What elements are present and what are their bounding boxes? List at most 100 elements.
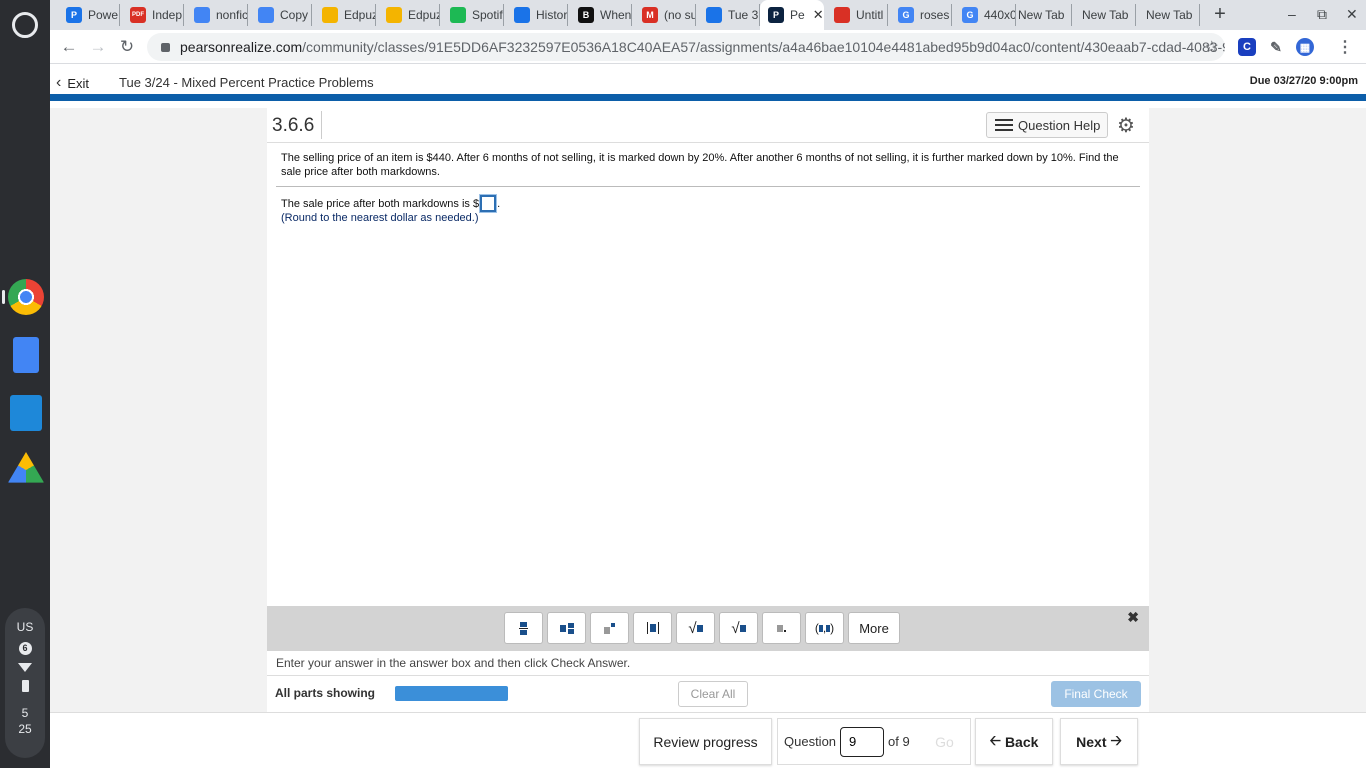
tab-12[interactable]: Untitl xyxy=(826,4,888,26)
clear-all-button[interactable]: Clear All xyxy=(678,681,748,707)
question-text: The selling price of an item is $440. Af… xyxy=(281,152,1119,178)
tab-11[interactable]: P Pe ✕ xyxy=(760,0,824,30)
tab-label: nonfic xyxy=(216,8,248,22)
progress-bar xyxy=(395,686,508,701)
restore-icon[interactable]: ⧉ xyxy=(1317,6,1327,23)
tab-10[interactable]: Tue 3 xyxy=(698,4,760,26)
decimal-button[interactable] xyxy=(762,612,801,644)
next-button[interactable]: Next 🡢 xyxy=(1060,718,1138,765)
exit-label: Exit xyxy=(67,75,89,91)
url-path: /community/classes/91E5DD6AF3232597E0536… xyxy=(302,39,1225,55)
new-tab-plus-icon[interactable]: + xyxy=(1209,4,1231,26)
tab-13[interactable]: Groses xyxy=(890,4,952,26)
close-window-icon[interactable]: ✕ xyxy=(1346,6,1358,23)
reload-icon[interactable]: ↻ xyxy=(116,36,138,58)
go-button[interactable]: Go xyxy=(922,718,967,765)
rounding-hint: (Round to the nearest dollar as needed.) xyxy=(281,212,479,224)
tab-label: New Tab xyxy=(1018,8,1065,22)
tab-label: When xyxy=(600,8,632,22)
tab-1[interactable]: PDF Indep xyxy=(122,4,184,26)
tab-label: Spotif xyxy=(472,8,503,22)
nth-root-button[interactable]: √ xyxy=(719,612,758,644)
tab-5[interactable]: Edpuz xyxy=(378,4,440,26)
tab-8[interactable]: B When xyxy=(570,4,632,26)
system-tray[interactable]: US 6 5 25 xyxy=(5,608,45,758)
page-background: 3.6.6 Question Help ⚙ The selling price … xyxy=(50,108,1366,712)
ordered-pair-icon: (,) xyxy=(814,621,835,635)
forward-arrow-icon[interactable]: → xyxy=(87,36,109,58)
extension-pen-icon[interactable]: ✎ xyxy=(1267,38,1285,56)
tab-6[interactable]: Spotif xyxy=(442,4,504,26)
video-icon xyxy=(834,7,850,23)
spotify-icon xyxy=(450,7,466,23)
tab-16[interactable]: New Tab xyxy=(1074,4,1136,26)
tab-9[interactable]: M (no su xyxy=(634,4,696,26)
clock-minute: 25 xyxy=(18,722,32,736)
classroom-icon xyxy=(706,7,722,23)
tab-3[interactable]: Copy xyxy=(250,4,312,26)
chevron-left-icon: ‹ xyxy=(56,74,62,91)
tab-label: Indep xyxy=(152,8,183,22)
close-tab-icon[interactable]: ✕ xyxy=(813,7,824,23)
exponent-button[interactable] xyxy=(590,612,629,644)
menu-kebab-icon[interactable]: ⋮ xyxy=(1336,38,1354,56)
tab-15[interactable]: New Tab xyxy=(1010,4,1072,26)
nth-root-icon: √ xyxy=(731,620,746,637)
decimal-icon xyxy=(777,624,786,632)
tab-17[interactable]: New Tab xyxy=(1138,4,1200,26)
due-date: Due 03/27/20 9:00pm xyxy=(1249,75,1358,87)
keep-icon[interactable] xyxy=(10,395,42,431)
ordered-pair-button[interactable]: (,) xyxy=(805,612,844,644)
answer-prefix: The sale price after both markdowns is $ xyxy=(281,197,480,210)
tab-2[interactable]: nonfic xyxy=(186,4,248,26)
mixed-number-button[interactable] xyxy=(547,612,586,644)
more-button[interactable]: More xyxy=(848,612,900,644)
bookmark-star-icon[interactable]: ☆ xyxy=(1205,37,1219,57)
launcher-icon[interactable] xyxy=(12,12,38,38)
tab-0[interactable]: P Powe xyxy=(58,4,120,26)
question-number-input[interactable] xyxy=(840,726,885,757)
extension-c-icon[interactable]: C xyxy=(1238,38,1256,56)
close-icon[interactable]: ✖ xyxy=(1127,609,1139,626)
battery-icon xyxy=(21,680,29,692)
favicon-icon: M xyxy=(642,7,658,23)
favicon-icon: P xyxy=(66,7,82,23)
tab-label: Untitl xyxy=(856,8,884,22)
history-icon xyxy=(514,7,530,23)
favicon-icon: PDF xyxy=(130,7,146,23)
gear-icon[interactable]: ⚙ xyxy=(1117,113,1135,138)
tab-4[interactable]: Edpuz xyxy=(314,4,376,26)
tab-label: Copy xyxy=(280,8,309,22)
question-help-button[interactable]: Question Help xyxy=(986,112,1108,138)
tab-14[interactable]: G 440x0 xyxy=(954,4,1016,26)
tab-label: (no su xyxy=(664,8,696,22)
docs-icon[interactable] xyxy=(13,337,39,373)
address-bar[interactable]: pearsonrealize.com/community/classes/91E… xyxy=(147,33,1225,61)
tab-label: Tue 3 xyxy=(728,8,759,22)
chrome-icon[interactable] xyxy=(8,279,44,315)
tab-label: Edpuz xyxy=(344,8,376,22)
exponent-icon xyxy=(604,622,615,634)
extension-grid-icon[interactable]: ▦ xyxy=(1296,38,1314,56)
fraction-icon xyxy=(519,621,528,635)
review-progress-button[interactable]: Review progress xyxy=(639,718,772,765)
footer-navigation: Review progress Question of 9 Go 🡠 Back … xyxy=(50,712,1366,768)
exit-button[interactable]: ‹ Exit xyxy=(56,74,89,92)
divider xyxy=(276,186,1140,187)
all-parts-showing: All parts showing xyxy=(275,686,376,700)
fraction-button[interactable] xyxy=(504,612,543,644)
answer-suffix: . xyxy=(497,197,501,210)
notification-count: 6 xyxy=(18,642,32,655)
back-button[interactable]: 🡠 Back xyxy=(975,718,1053,765)
minimize-icon[interactable]: – xyxy=(1288,6,1296,22)
square-root-button[interactable]: √ xyxy=(676,612,715,644)
list-icon xyxy=(995,119,1013,131)
drive-icon[interactable] xyxy=(8,452,44,483)
answer-input[interactable] xyxy=(479,194,498,213)
back-arrow-icon[interactable]: ← xyxy=(58,36,80,58)
final-check-button[interactable]: Final Check xyxy=(1051,681,1141,707)
absolute-value-button[interactable] xyxy=(633,612,672,644)
divider xyxy=(321,111,322,139)
absolute-value-icon xyxy=(646,622,659,634)
tab-7[interactable]: Histor xyxy=(506,4,568,26)
